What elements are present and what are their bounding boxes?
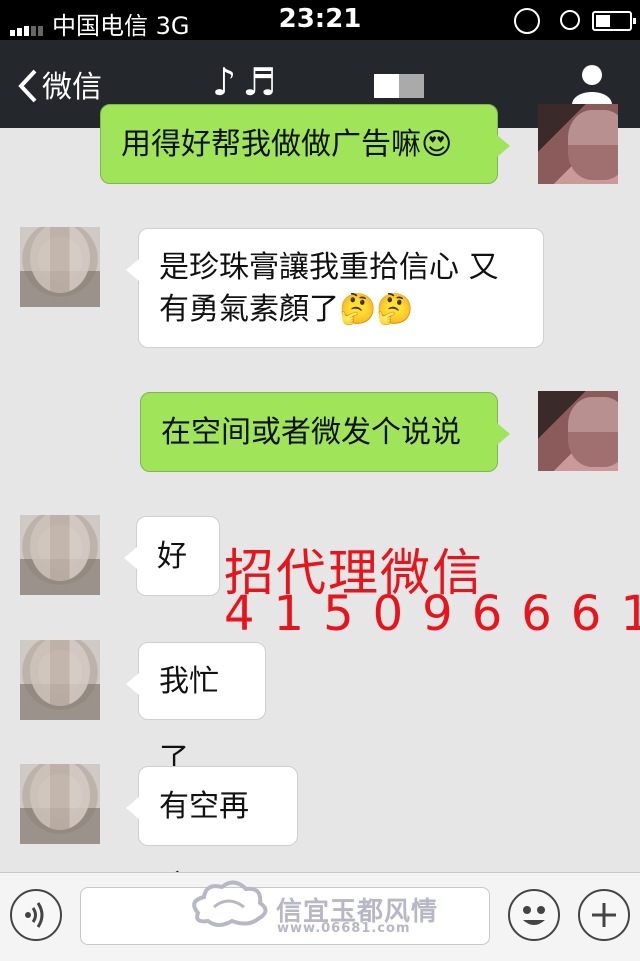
- back-button[interactable]: 微信: [18, 62, 102, 106]
- message-text-line-2: 有勇氣素顏了🤔🤔: [159, 292, 414, 327]
- status-time: 23:21: [278, 4, 362, 34]
- message-bubble-received[interactable]: 有空再聊: [126, 766, 298, 904]
- plus-icon: [592, 903, 616, 927]
- message-text-line-1: 是珍珠膏讓我重拾信心 又: [159, 250, 499, 285]
- chevron-left-icon: [18, 69, 37, 103]
- message-bubble-sent[interactable]: 用得好帮我做做广告嘛😍: [100, 104, 510, 184]
- my-avatar[interactable]: [538, 104, 618, 184]
- status-bar: 中国电信 3G 23:21: [0, 0, 640, 40]
- person-icon: [572, 65, 612, 104]
- emoji-button[interactable]: [508, 889, 560, 941]
- contact-avatar[interactable]: [20, 515, 100, 595]
- promo-overlay-number: 415096661: [224, 586, 640, 642]
- contact-avatar[interactable]: [20, 227, 100, 307]
- contact-avatar[interactable]: [20, 764, 100, 844]
- message-bubble-sent[interactable]: 在空间或者微发个说说: [140, 392, 510, 472]
- title-blur: [374, 74, 424, 98]
- voice-icon: [25, 902, 44, 928]
- voice-button[interactable]: [10, 889, 62, 941]
- message-text: 我忙了: [159, 664, 219, 777]
- message-bubble-received[interactable]: 我忙了: [126, 642, 266, 777]
- smiley-icon: [523, 906, 545, 925]
- contact-avatar[interactable]: [20, 640, 100, 720]
- chat-title: ♪♬: [212, 60, 283, 104]
- message-text: 用得好帮我做做广告嘛😍: [121, 127, 453, 162]
- message-text: 在空间或者微发个说说: [161, 415, 461, 450]
- my-avatar[interactable]: [538, 391, 618, 471]
- message-bubble-received[interactable]: 好: [124, 516, 220, 596]
- back-label: 微信: [42, 70, 102, 105]
- message-bubble-received[interactable]: 是珍珠膏讓我重拾信心 又 有勇氣素顏了🤔🤔: [126, 228, 544, 348]
- alarm-icon: [560, 10, 580, 30]
- profile-button[interactable]: [570, 62, 614, 110]
- site-url: www.06681.com: [277, 921, 411, 936]
- message-text: 好: [157, 539, 187, 574]
- rotation-lock-icon: [514, 8, 540, 34]
- battery-icon: [592, 11, 636, 31]
- input-bar: 信宜玉都风情 www.06681.com: [0, 872, 640, 961]
- more-button[interactable]: [578, 889, 630, 941]
